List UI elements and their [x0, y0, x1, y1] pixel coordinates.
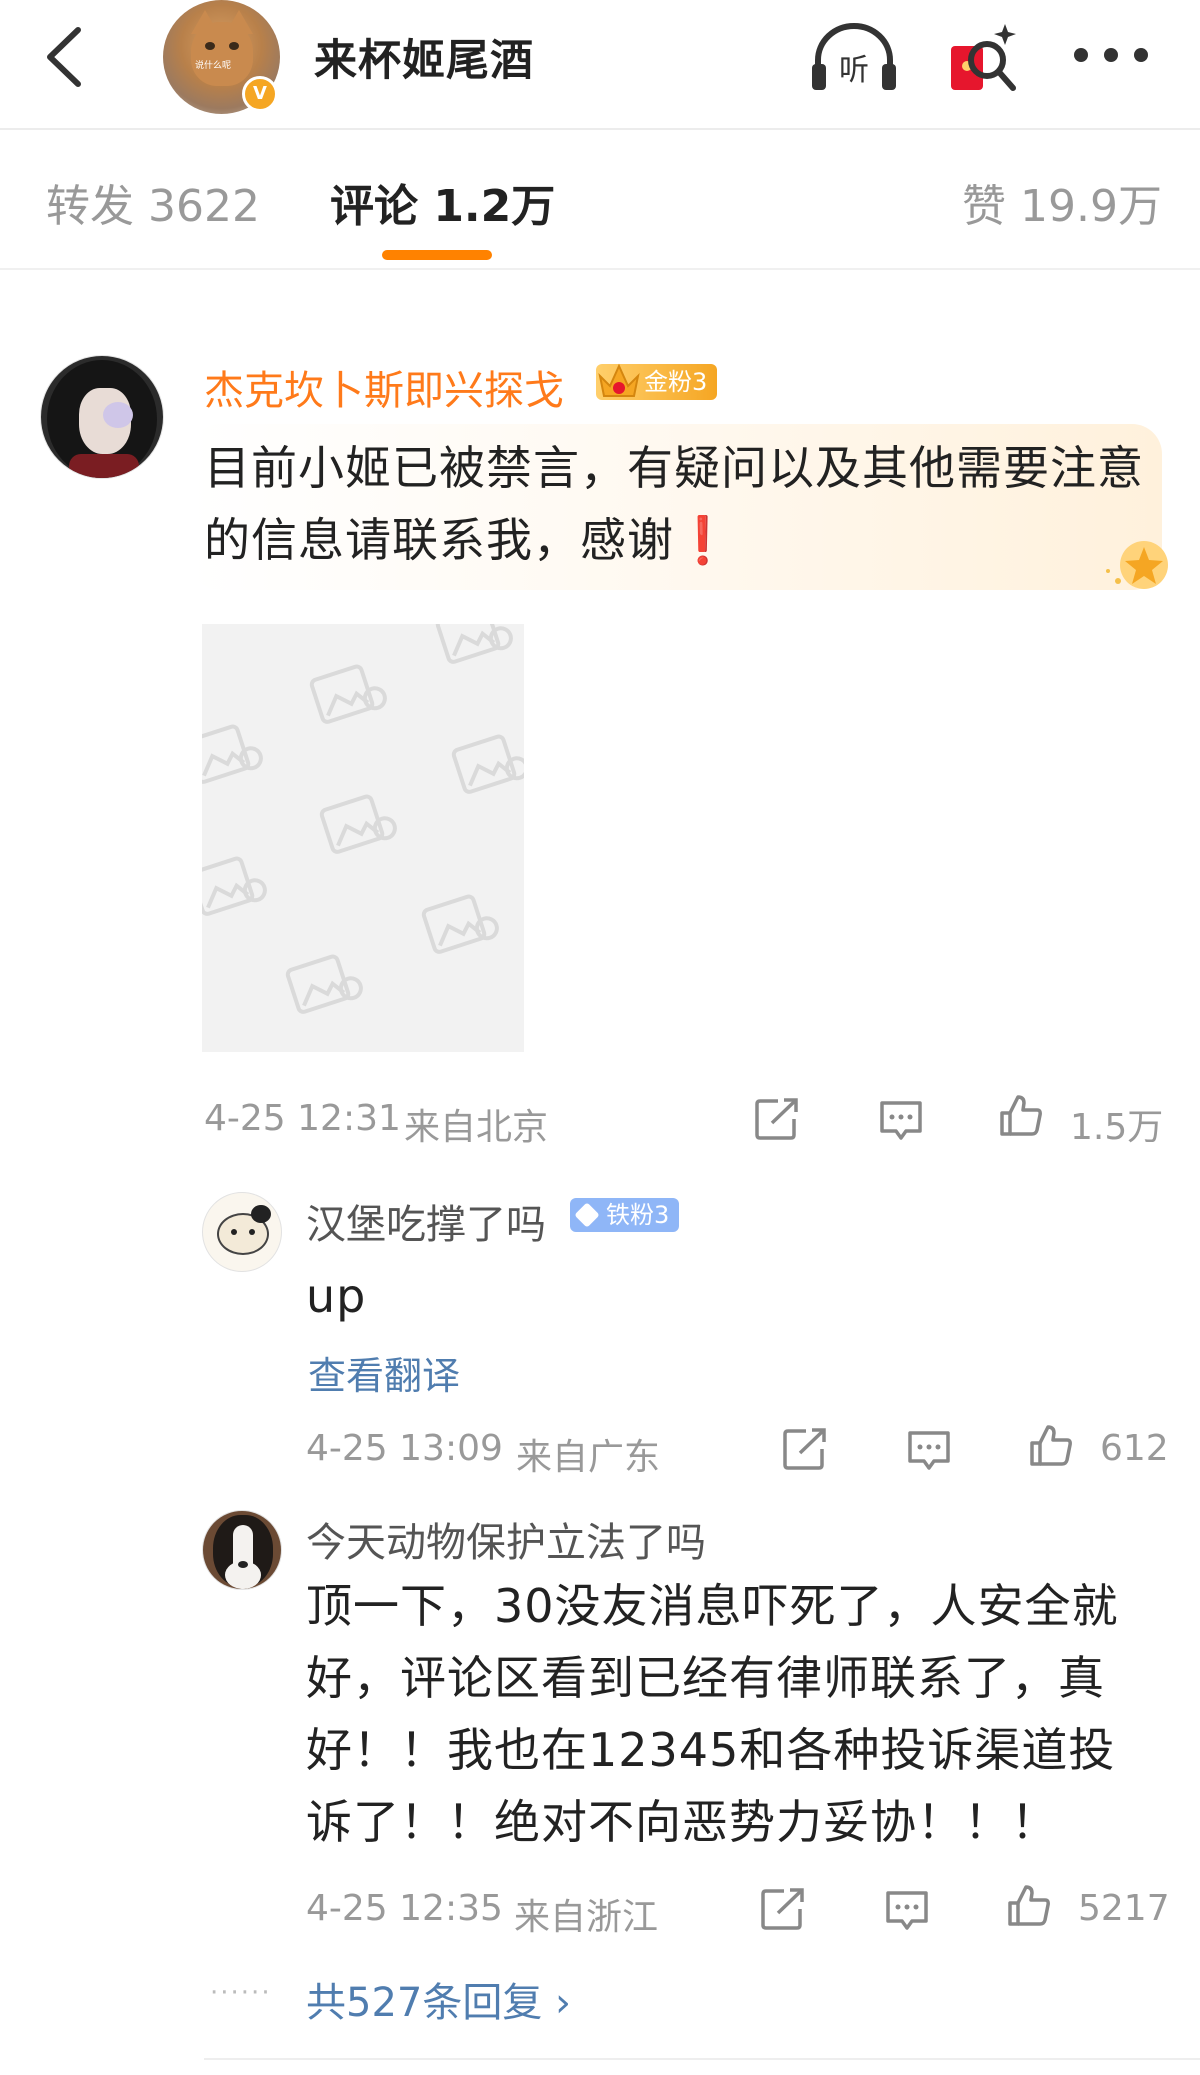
reply-text-line: 好！！我也在12345和各种投诉渠道投 [306, 1723, 1116, 1777]
translate-link[interactable]: 查看翻译 [308, 1345, 460, 1400]
reply-avatar[interactable] [202, 1510, 282, 1590]
crown-icon [598, 363, 640, 397]
image-placeholder-icon [285, 954, 363, 1014]
reply-text: 顶一下，30没友消息吓死了，人安全就 好，评论区看到已经有律师联系了，真 好！！… [306, 1570, 1119, 1858]
like-icon[interactable] [998, 1093, 1044, 1137]
reply-thread-dots: ······ [210, 1978, 272, 2008]
star-badge-icon [1106, 541, 1168, 589]
like-icon[interactable] [1006, 1883, 1052, 1927]
comment-icon[interactable] [906, 1429, 952, 1473]
header-divider [0, 128, 1200, 130]
commenter-avatar[interactable] [40, 355, 164, 479]
image-placeholder-icon [202, 724, 263, 784]
avatar-tag: 说什么呢 [195, 61, 232, 71]
reply-username[interactable]: 今天动物保护立法了吗 [306, 1510, 706, 1568]
verified-badge: V [242, 76, 278, 112]
iron-fan-badge[interactable]: 铁粉3 [570, 1198, 680, 1232]
diamond-icon [574, 1202, 600, 1228]
tabs-divider [0, 268, 1200, 270]
tab-comments[interactable]: 评论 1.2万 [330, 170, 555, 234]
share-icon[interactable] [782, 1427, 828, 1471]
listen-label: 听 [839, 53, 869, 88]
comment-image[interactable] [202, 624, 524, 1052]
image-placeholder-icon [202, 856, 267, 916]
commenter-name[interactable]: 杰克坎卜斯即兴探戈 [204, 358, 564, 416]
tab-likes[interactable]: 赞 19.9万 [962, 170, 1162, 234]
gold-fan-label: 金粉3 [644, 368, 708, 396]
reply-text-line: 诉了！！绝对不向恶势力妥协！！！ [306, 1795, 1058, 1849]
reply-text-line: 顶一下，30没友消息吓死了，人安全就 [306, 1579, 1119, 1633]
back-icon[interactable] [40, 24, 90, 90]
red-packet-icon[interactable] [943, 20, 1023, 96]
image-placeholder-icon [319, 794, 397, 854]
more-icon[interactable] [1074, 48, 1148, 64]
page-title[interactable]: 来杯姬尾酒 [314, 26, 534, 88]
active-tab-indicator [382, 250, 492, 260]
reply-time: 4-25 13:09 [306, 1428, 503, 1469]
comment-time: 4-25 12:31 [204, 1098, 401, 1139]
comment-location: 来自北京 [404, 1107, 549, 1148]
tab-reposts[interactable]: 转发 3622 [46, 170, 260, 234]
comment-divider [204, 2058, 1200, 2060]
reply-like-count: 612 [1100, 1428, 1169, 1469]
reply-like-count: 5217 [1078, 1888, 1170, 1929]
image-placeholder-icon [421, 894, 499, 954]
comment-icon[interactable] [884, 1889, 930, 1933]
iron-fan-label: 铁粉3 [606, 1201, 670, 1229]
reply-text: up [306, 1269, 367, 1323]
image-placeholder-icon [451, 734, 524, 794]
image-placeholder-icon [309, 664, 387, 724]
reply-avatar[interactable] [202, 1192, 282, 1272]
listen-icon[interactable]: 听 [808, 20, 900, 96]
reply-username[interactable]: 汉堡吃撑了吗 [306, 1192, 546, 1250]
reply-location: 来自浙江 [514, 1897, 659, 1938]
comment-icon[interactable] [878, 1099, 924, 1143]
reply-time: 4-25 12:35 [306, 1888, 503, 1929]
like-icon[interactable] [1028, 1423, 1074, 1467]
more-replies-link[interactable]: 共527条回复 › [306, 1970, 571, 2028]
comment-like-count: 1.5万 [1070, 1107, 1164, 1148]
reply-location: 来自广东 [516, 1437, 661, 1478]
reply-text-line: 好，评论区看到已经有律师联系了，真 [306, 1651, 1105, 1705]
gold-fan-badge[interactable]: 金粉3 [596, 363, 718, 400]
share-icon[interactable] [754, 1097, 800, 1141]
comment-text: 目前小姬已被禁言，有疑问以及其他需要注意的信息请联系我，感谢❗ [204, 432, 1164, 576]
exclamation-emoji: ❗ [674, 513, 733, 567]
image-placeholder-icon [435, 624, 513, 664]
top-bar: 说什么呢 V 来杯姬尾酒 听 [0, 0, 1200, 128]
share-icon[interactable] [760, 1887, 806, 1931]
